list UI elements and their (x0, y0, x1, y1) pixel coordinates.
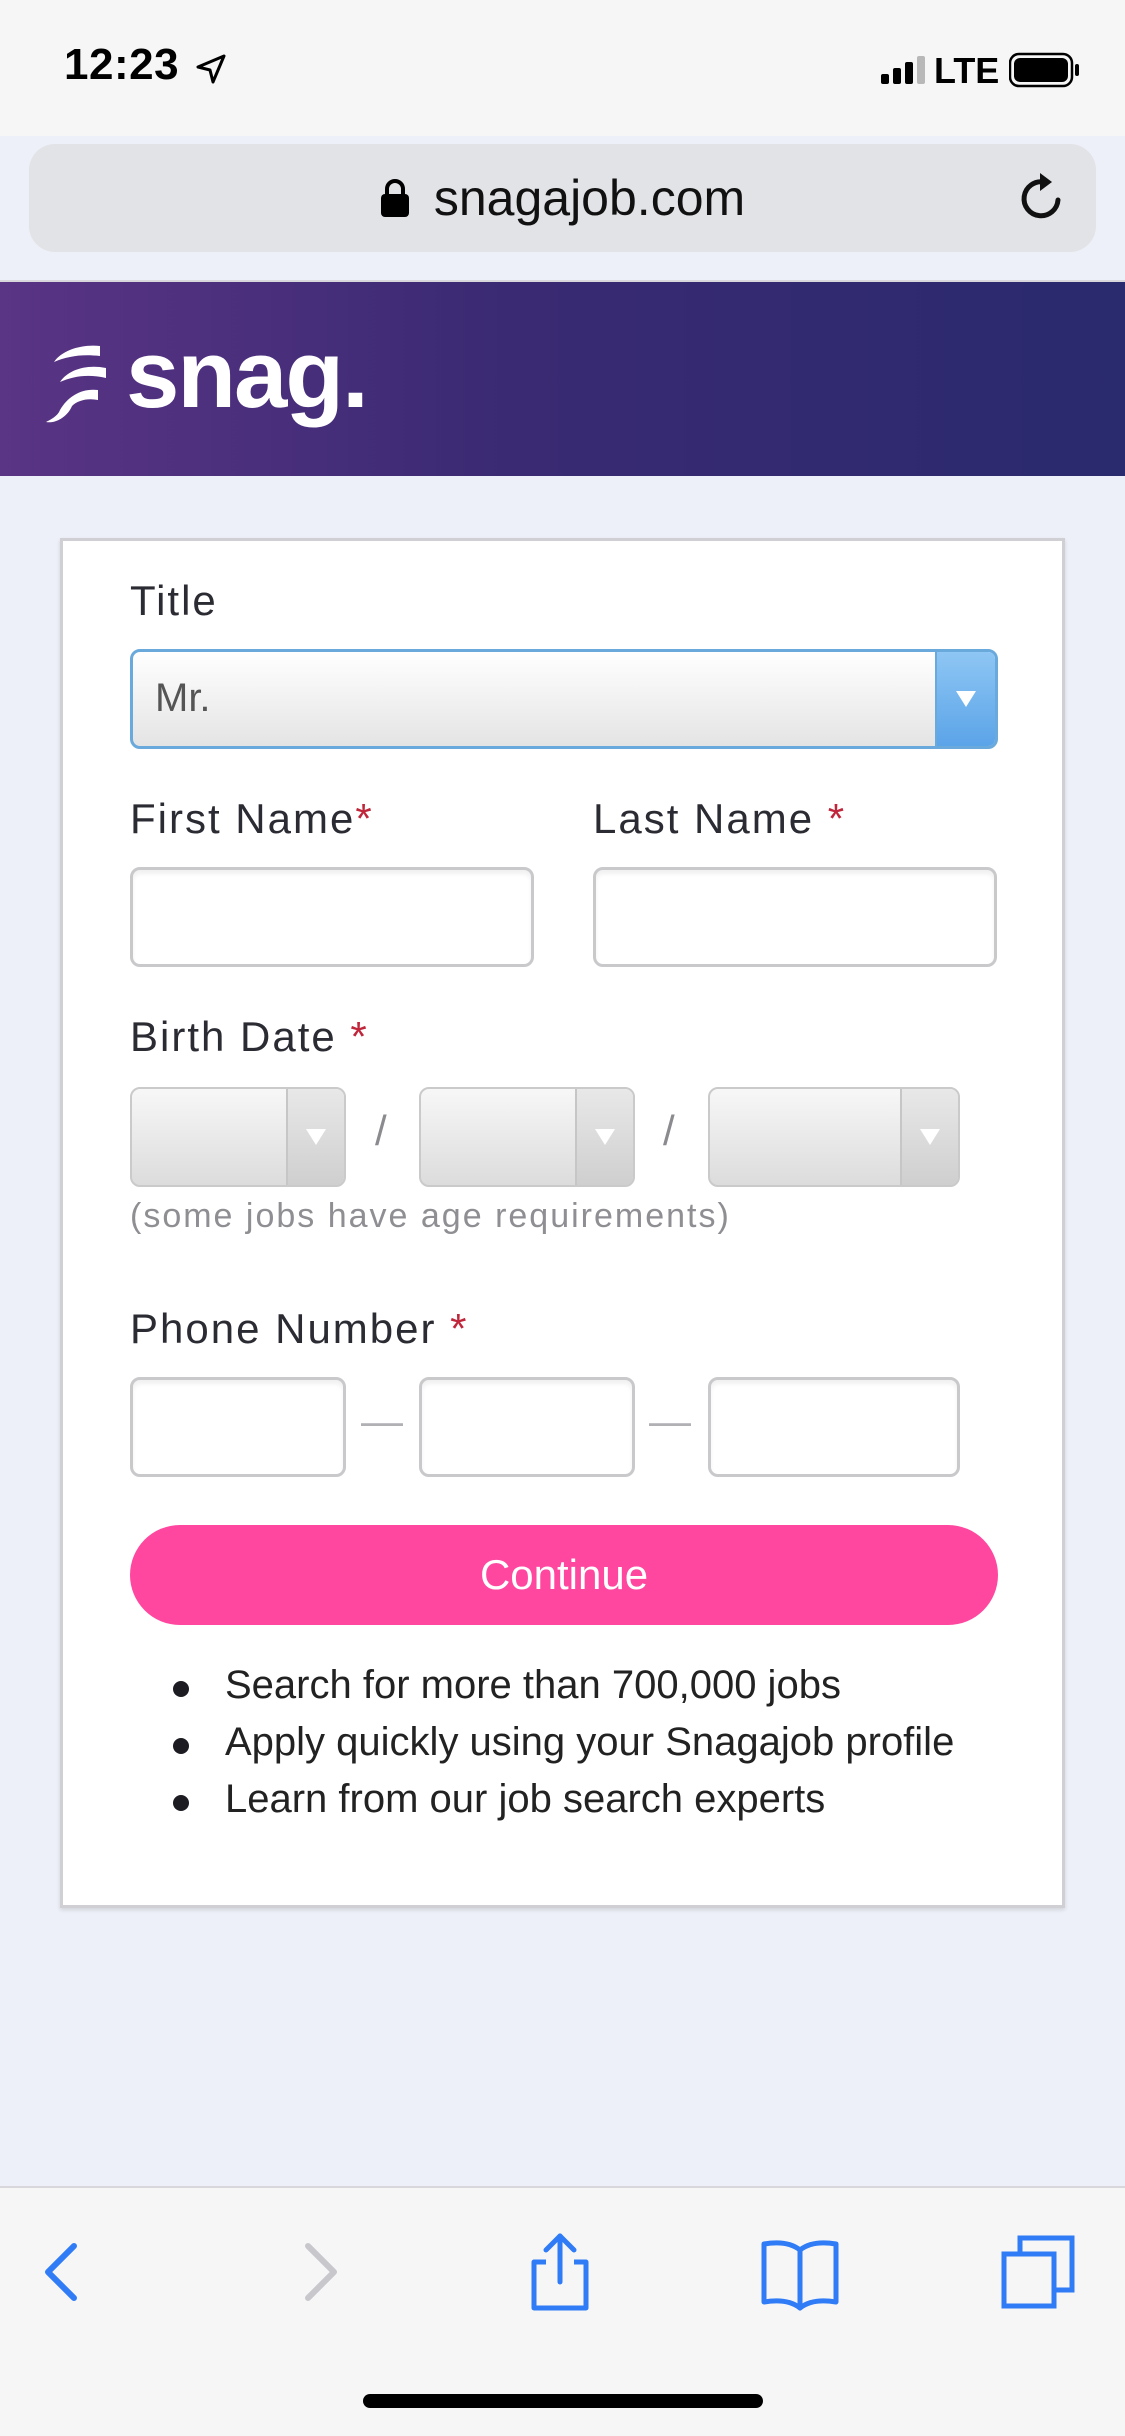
required-mark: * (355, 795, 374, 842)
reload-icon[interactable] (1014, 170, 1070, 226)
phone-number-label-text: Phone Number (130, 1305, 437, 1352)
date-separator: / (663, 1107, 675, 1154)
date-separator: / (375, 1107, 387, 1154)
forward-icon[interactable] (276, 2232, 356, 2312)
lock-icon (380, 179, 409, 217)
first-name-input[interactable] (130, 867, 534, 967)
required-mark: * (350, 1013, 369, 1060)
last-name-label-text: Last Name (593, 795, 815, 842)
chevron-down-icon (956, 691, 976, 707)
title-select-value: Mr. (155, 676, 211, 720)
phone-prefix-input[interactable] (419, 1377, 635, 1477)
birth-date-hint: (some jobs have age requirements) (130, 1197, 731, 1235)
chevron-down-icon (920, 1129, 940, 1145)
required-mark: * (450, 1305, 469, 1352)
brand-name[interactable]: snag. (126, 320, 369, 430)
feature-list: Search for more than 700,000 jobs Apply … (167, 1663, 954, 1834)
tabs-icon[interactable] (998, 2232, 1078, 2312)
birth-date-label-text: Birth Date (130, 1013, 337, 1060)
location-arrow-icon (196, 54, 226, 84)
network-type: LTE (934, 50, 1000, 91)
title-select-button[interactable] (935, 652, 995, 746)
share-icon[interactable] (520, 2232, 600, 2312)
feature-text: Apply quickly using your Snagajob profil… (225, 1720, 955, 1764)
phone-line-number-input[interactable] (708, 1377, 960, 1477)
birth-month-select-button[interactable] (286, 1089, 344, 1185)
first-name-label: First Name* (130, 795, 374, 843)
status-time: 12:23 (64, 40, 180, 89)
birth-year-select[interactable] (708, 1087, 960, 1187)
bookmarks-icon[interactable] (760, 2232, 840, 2312)
bullet-icon (173, 1681, 189, 1697)
chevron-down-icon (306, 1129, 326, 1145)
snag-logo-icon[interactable] (42, 340, 114, 426)
feature-text: Search for more than 700,000 jobs (225, 1663, 841, 1707)
title-label: Title (130, 577, 218, 624)
phone-separator: — (649, 1397, 691, 1444)
list-item: Learn from our job search experts (167, 1777, 954, 1834)
phone-separator: — (361, 1397, 403, 1444)
bullet-icon (173, 1795, 189, 1811)
continue-button[interactable]: Continue (130, 1525, 998, 1625)
title-select[interactable]: Mr. (130, 649, 998, 749)
required-mark: * (827, 795, 847, 842)
chevron-down-icon (595, 1129, 615, 1145)
last-name-label: Last Name * (593, 795, 846, 843)
birth-month-select[interactable] (130, 1087, 346, 1187)
signal-strength-icon (881, 56, 925, 84)
list-item: Apply quickly using your Snagajob profil… (167, 1720, 954, 1777)
home-indicator[interactable] (363, 2394, 763, 2408)
continue-button-label: Continue (479, 1551, 649, 1598)
back-icon[interactable] (26, 2232, 106, 2312)
birth-day-select-button[interactable] (575, 1089, 633, 1185)
address-bar[interactable]: snagajob.com (29, 144, 1096, 252)
battery-icon (1009, 52, 1079, 88)
status-bar: 12:23 LTE (0, 0, 1125, 136)
phone-area-code-input[interactable] (130, 1377, 346, 1477)
site-header: snag. (0, 282, 1125, 476)
phone-number-label: Phone Number * (130, 1305, 469, 1353)
last-name-input[interactable] (593, 867, 997, 967)
list-item: Search for more than 700,000 jobs (167, 1663, 954, 1720)
signup-form-card: Title Mr. First Name* Last Name * Birth … (60, 538, 1065, 1908)
feature-text: Learn from our job search experts (225, 1777, 826, 1821)
url-text: snagajob.com (433, 170, 746, 226)
birth-day-select[interactable] (419, 1087, 635, 1187)
birth-year-select-button[interactable] (900, 1089, 958, 1185)
first-name-label-text: First Name (130, 795, 356, 842)
bullet-icon (173, 1738, 189, 1754)
birth-date-label: Birth Date * (130, 1013, 369, 1061)
